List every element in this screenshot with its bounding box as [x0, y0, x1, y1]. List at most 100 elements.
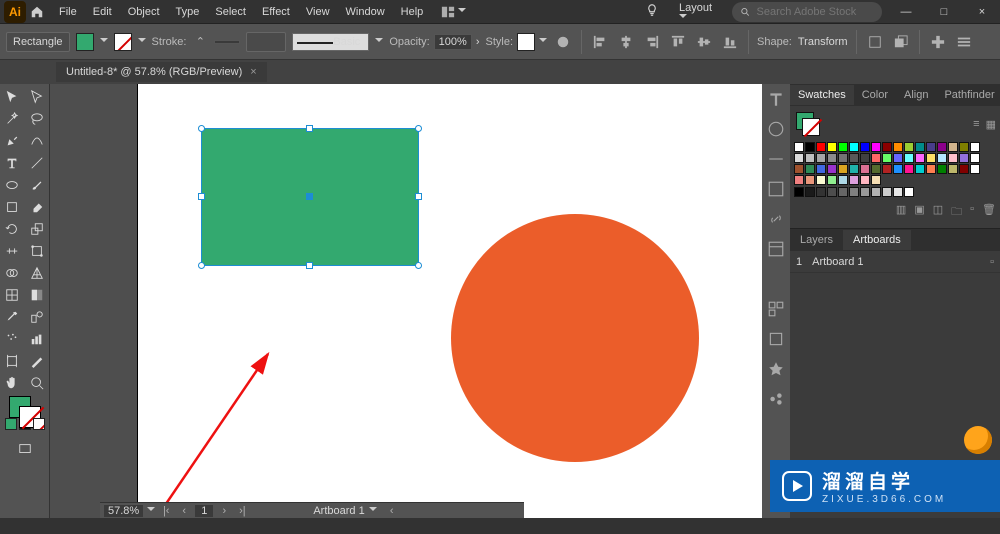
- swatch-cell[interactable]: [970, 164, 980, 174]
- tips-icon[interactable]: [645, 3, 659, 20]
- artboard-next-icon[interactable]: ›: [217, 505, 231, 517]
- swatch-cell[interactable]: [959, 153, 969, 163]
- tab-align[interactable]: Align: [896, 85, 936, 105]
- swatch-cell[interactable]: [827, 175, 837, 185]
- slice-tool[interactable]: [25, 350, 50, 372]
- swatch-cell[interactable]: [838, 175, 848, 185]
- document-tab-close[interactable]: ×: [250, 66, 256, 78]
- document-tab[interactable]: Untitled-8* @ 57.8% (RGB/Preview) ×: [56, 62, 267, 82]
- swatch-cell[interactable]: [937, 153, 947, 163]
- swatch-cell[interactable]: [948, 164, 958, 174]
- align-top-icon[interactable]: [668, 32, 688, 52]
- swatch-cell[interactable]: [794, 164, 804, 174]
- curvature-tool[interactable]: [25, 130, 50, 152]
- swatch-cell[interactable]: [794, 187, 804, 197]
- swatch-cell[interactable]: [794, 153, 804, 163]
- magic-wand-tool[interactable]: [0, 108, 25, 130]
- swatch-cell[interactable]: [915, 164, 925, 174]
- rotate-tool[interactable]: [0, 218, 25, 240]
- rail-css-icon[interactable]: [767, 240, 785, 258]
- swatch-cell[interactable]: [849, 153, 859, 163]
- menu-edit[interactable]: Edit: [86, 3, 119, 21]
- fill-swatch[interactable]: [76, 33, 94, 51]
- swatch-cell[interactable]: [926, 164, 936, 174]
- fill-caret-icon[interactable]: [100, 38, 108, 46]
- color-mode-none[interactable]: [33, 418, 45, 430]
- eyedropper-tool[interactable]: [0, 306, 25, 328]
- swatch-cell[interactable]: [871, 164, 881, 174]
- swatch-menu-icon[interactable]: ≡: [973, 118, 979, 131]
- swatch-cell[interactable]: [882, 164, 892, 174]
- swatch-cell[interactable]: [816, 175, 826, 185]
- setup-icon[interactable]: [928, 32, 948, 52]
- swatch-cell[interactable]: [937, 142, 947, 152]
- perspective-tool[interactable]: [25, 262, 50, 284]
- swatch-cell[interactable]: [871, 187, 881, 197]
- swatch-cell[interactable]: [794, 175, 804, 185]
- swatch-cell[interactable]: [904, 153, 914, 163]
- swatch-page-icon[interactable]: ▫: [970, 203, 974, 222]
- blend-tool[interactable]: [25, 306, 50, 328]
- prefs-icon[interactable]: [954, 32, 974, 52]
- shape-mode[interactable]: Rectangle: [6, 32, 70, 52]
- shape-builder-tool[interactable]: [0, 262, 25, 284]
- zoom-tool[interactable]: [25, 372, 50, 394]
- arrange-docs-icon[interactable]: [438, 2, 458, 22]
- menu-effect[interactable]: Effect: [255, 3, 297, 21]
- handle-ne[interactable]: [415, 125, 422, 132]
- swatch-cell[interactable]: [805, 153, 815, 163]
- swatch-folder-icon[interactable]: 🗀: [951, 203, 962, 222]
- artboard[interactable]: [138, 84, 762, 518]
- swatch-cell[interactable]: [871, 175, 881, 185]
- tab-swatches[interactable]: Swatches: [790, 85, 854, 105]
- line-tool[interactable]: [25, 152, 50, 174]
- artboard-index[interactable]: 1: [195, 505, 213, 517]
- rail-stroke-icon[interactable]: [767, 150, 785, 168]
- swatch-cell[interactable]: [882, 153, 892, 163]
- scroll-left-icon[interactable]: ‹: [385, 505, 399, 517]
- rail-symbols2-icon[interactable]: [767, 390, 785, 408]
- menu-view[interactable]: View: [299, 3, 337, 21]
- swatch-cell[interactable]: [849, 187, 859, 197]
- handle-n[interactable]: [306, 125, 313, 132]
- handle-center[interactable]: [306, 193, 313, 200]
- swatch-cell[interactable]: [915, 153, 925, 163]
- stroke-swatch[interactable]: [114, 33, 132, 51]
- swatch-cell[interactable]: [937, 164, 947, 174]
- window-maximize[interactable]: □: [930, 6, 958, 18]
- swatch-list-icon[interactable]: ▦: [986, 118, 996, 131]
- artboard-last-icon[interactable]: ›|: [235, 505, 249, 517]
- artboard-tool[interactable]: [0, 350, 25, 372]
- opacity-field[interactable]: 100%: [434, 34, 472, 50]
- swatch-cell[interactable]: [926, 153, 936, 163]
- mesh-tool[interactable]: [0, 284, 25, 306]
- direct-selection-tool[interactable]: [25, 86, 50, 108]
- swatch-cell[interactable]: [959, 164, 969, 174]
- brush-caret-icon[interactable]: [375, 38, 383, 46]
- swatch-cell[interactable]: [904, 187, 914, 197]
- swatch-cell[interactable]: [926, 142, 936, 152]
- swatch-cell[interactable]: [838, 153, 848, 163]
- type-tool[interactable]: [0, 152, 25, 174]
- app-logo[interactable]: Ai: [4, 1, 26, 23]
- align-vcenter-icon[interactable]: [694, 32, 714, 52]
- menu-help[interactable]: Help: [394, 3, 431, 21]
- edit-clip-icon[interactable]: [891, 32, 911, 52]
- pen-tool[interactable]: [0, 130, 25, 152]
- rail-symbols-icon[interactable]: [767, 360, 785, 378]
- handle-s[interactable]: [306, 262, 313, 269]
- width-tool[interactable]: [0, 240, 25, 262]
- swatch-cell[interactable]: [882, 187, 892, 197]
- window-close[interactable]: ×: [968, 6, 996, 18]
- rail-glyphs-icon[interactable]: [767, 120, 785, 138]
- swatch-cell[interactable]: [816, 187, 826, 197]
- menu-select[interactable]: Select: [208, 3, 253, 21]
- swatch-cell[interactable]: [904, 164, 914, 174]
- artboard-first-icon[interactable]: |‹: [159, 505, 173, 517]
- column-graph-tool[interactable]: [25, 328, 50, 350]
- swatch-cell[interactable]: [893, 164, 903, 174]
- swatch-trash-icon[interactable]: 🗑: [982, 203, 996, 222]
- swatch-cell[interactable]: [860, 164, 870, 174]
- swatch-cell[interactable]: [805, 187, 815, 197]
- swatch-cell[interactable]: [959, 142, 969, 152]
